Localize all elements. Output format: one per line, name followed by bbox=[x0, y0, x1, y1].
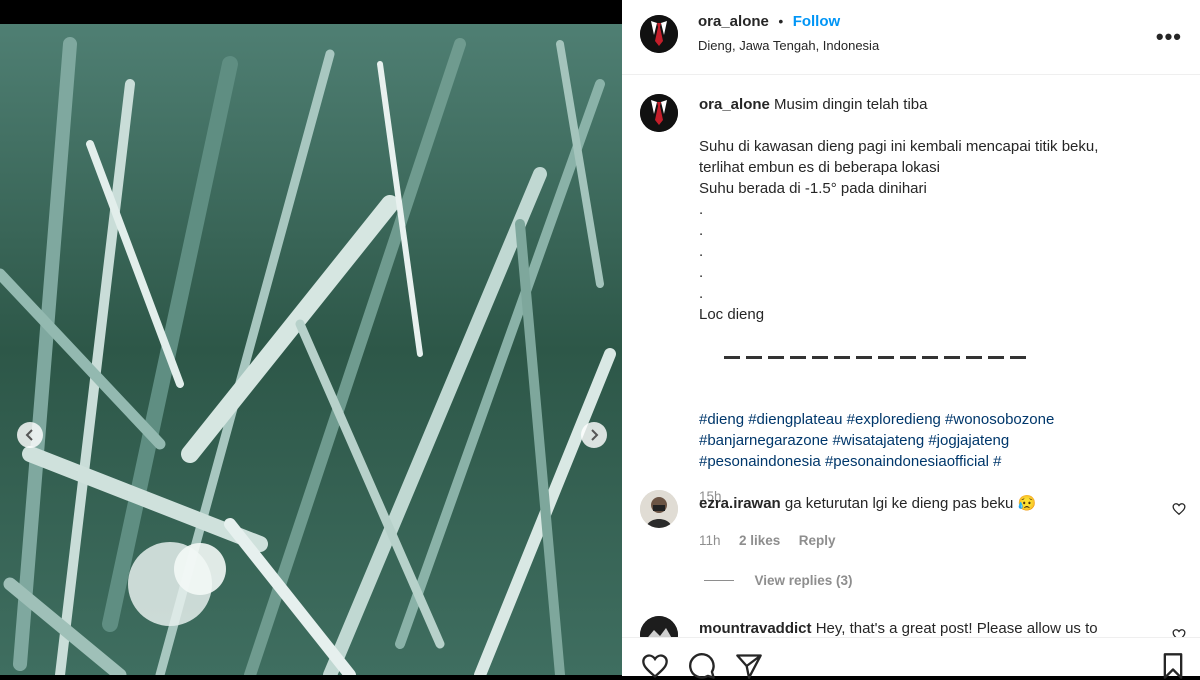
caption-line: Suhu berada di -1.5° pada dinihari bbox=[699, 180, 927, 197]
heart-icon[interactable] bbox=[641, 652, 669, 680]
bookmark-icon[interactable] bbox=[1159, 652, 1187, 680]
commenter-username[interactable]: ezra.irawan bbox=[699, 495, 781, 512]
view-replies-button[interactable]: View replies (3) bbox=[754, 573, 852, 588]
author-avatar[interactable] bbox=[640, 15, 678, 53]
follow-button[interactable]: Follow bbox=[793, 13, 841, 30]
caption-dot: . bbox=[699, 264, 704, 281]
caption-author-avatar[interactable] bbox=[640, 94, 678, 132]
hashtags-line[interactable]: #pesonaindonesia #pesonaindonesiaofficia… bbox=[699, 451, 1169, 472]
post-action-bar bbox=[622, 637, 1200, 679]
hashtags-line[interactable]: #dieng #diengplateau #exploredieng #wono… bbox=[699, 409, 1169, 430]
post-caption: ora_alone Musim dingin telah tiba Suhu d… bbox=[699, 94, 1169, 507]
caption-dot: . bbox=[699, 243, 704, 260]
hashtags-line[interactable]: #banjarnegarazone #wisatajateng #jogjaja… bbox=[699, 430, 1169, 451]
comment-item: mountravaddict Hey, that's a great post!… bbox=[699, 620, 1098, 637]
tie-icon bbox=[640, 15, 678, 53]
more-options-icon[interactable]: ••• bbox=[1156, 24, 1182, 50]
commenter-username[interactable]: mountravaddict bbox=[699, 620, 812, 637]
post-location[interactable]: Dieng, Jawa Tengah, Indonesia bbox=[698, 38, 879, 53]
share-icon[interactable] bbox=[735, 652, 763, 680]
caption-dot: . bbox=[699, 201, 704, 218]
comment-time[interactable]: 11h bbox=[699, 533, 721, 548]
caption-first-line: Musim dingin telah tiba bbox=[774, 96, 928, 113]
frosted-grass-image bbox=[0, 24, 622, 675]
post-header: ora_alone • Follow Dieng, Jawa Tengah, I… bbox=[622, 0, 1200, 75]
caption-username[interactable]: ora_alone bbox=[699, 96, 770, 113]
previous-image-button[interactable] bbox=[17, 422, 43, 448]
comment-text: Hey, that's a great post! Please allow u… bbox=[815, 620, 1098, 637]
chevron-right-icon bbox=[591, 429, 599, 441]
comment-icon[interactable] bbox=[688, 652, 716, 680]
caption-dot: . bbox=[699, 222, 704, 239]
comment-item: ezra.irawan ga keturutan lgi ke dieng pa… bbox=[699, 494, 1036, 512]
chevron-left-icon bbox=[25, 429, 33, 441]
reply-button[interactable]: Reply bbox=[799, 533, 836, 548]
comment-heart-icon[interactable] bbox=[1172, 502, 1186, 516]
caption-dot: . bbox=[699, 285, 704, 302]
separator-dot: • bbox=[778, 13, 784, 29]
caption-divider bbox=[699, 325, 1169, 388]
author-username[interactable]: ora_alone bbox=[698, 13, 769, 30]
comment-text: ga keturutan lgi ke dieng pas beku 😥 bbox=[784, 495, 1037, 512]
post-side-panel: ora_alone • Follow Dieng, Jawa Tengah, I… bbox=[622, 0, 1200, 679]
comment-likes[interactable]: 2 likes bbox=[739, 533, 780, 548]
tie-icon bbox=[640, 94, 678, 132]
caption-line: Suhu di kawasan dieng pagi ini kembali m… bbox=[699, 138, 1099, 155]
post-photo[interactable] bbox=[0, 24, 622, 675]
top-black-bar bbox=[0, 0, 622, 24]
replies-line bbox=[704, 580, 734, 582]
caption-line: terlihat embun es di beberapa lokasi bbox=[699, 159, 940, 176]
commenter-avatar[interactable] bbox=[640, 490, 678, 528]
caption-location-line: Loc dieng bbox=[699, 306, 765, 323]
person-avatar-icon bbox=[640, 490, 678, 528]
next-image-button[interactable] bbox=[581, 422, 607, 448]
